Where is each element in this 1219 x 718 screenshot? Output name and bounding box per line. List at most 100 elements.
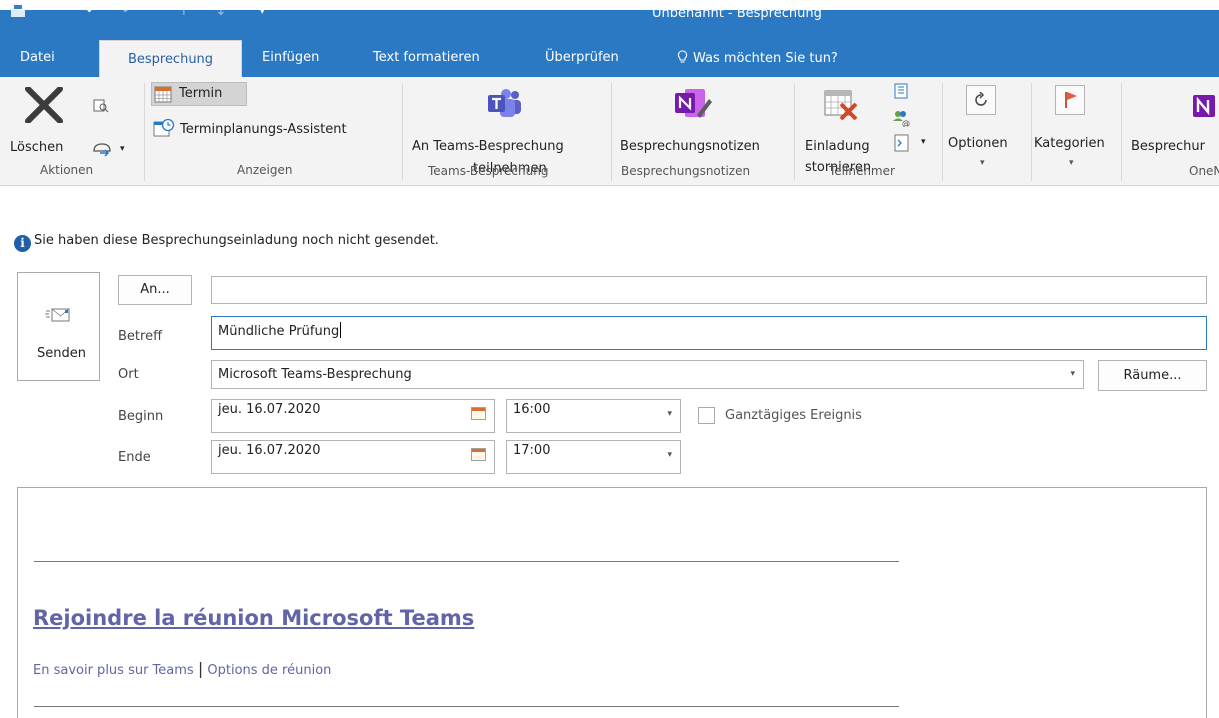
end-time-value: 17:00 — [513, 443, 551, 458]
learn-more-link[interactable]: En savoir plus sur Teams — [33, 663, 194, 678]
message-body[interactable]: Rejoindre la réunion Microsoft Teams En … — [17, 487, 1207, 718]
location-value: Microsoft Teams-Besprechung — [218, 367, 412, 382]
tab-ueberpruefen[interactable]: Überprüfen — [545, 50, 619, 65]
customize-qat-icon[interactable]: ▾ — [260, 7, 265, 17]
group-label-aktionen: Aktionen — [40, 163, 94, 177]
teams-icon[interactable] — [488, 89, 522, 119]
allday-label: Ganztägiges Ereignis — [725, 408, 862, 423]
end-date-field[interactable]: jeu. 16.07.2020 — [211, 440, 495, 474]
end-time-field[interactable]: 17:00 ▾ — [506, 440, 681, 474]
tab-einfuegen[interactable]: Einfügen — [262, 50, 319, 65]
location-label: Ort — [118, 367, 139, 382]
delete-x-icon — [25, 87, 63, 123]
text-cursor — [340, 322, 342, 338]
to-field[interactable] — [211, 276, 1207, 304]
allday-checkbox[interactable] — [698, 407, 715, 424]
onenote-meeting-button[interactable]: Besprechur — [1131, 139, 1205, 154]
send-button[interactable]: Senden — [17, 272, 100, 381]
cancel-invitation-line1[interactable]: Einladung — [805, 139, 870, 154]
calendar-icon — [154, 86, 172, 103]
down-arrow-icon[interactable]: ↓ — [215, 3, 227, 19]
meeting-notes-button[interactable]: Besprechungsnotizen — [620, 139, 760, 154]
subject-field[interactable]: Mündliche Prüfung — [211, 316, 1207, 350]
categories-button[interactable]: Kategorien — [1034, 136, 1105, 151]
flag-icon — [1065, 92, 1077, 108]
location-dropdown-arrow[interactable]: ▾ — [1070, 361, 1075, 388]
categories-icon-box[interactable] — [1055, 85, 1085, 115]
body-divider-top — [34, 561, 899, 562]
ribbon-separator — [942, 83, 943, 181]
tell-me-search[interactable]: Was möchten Sie tun? — [677, 50, 838, 66]
join-teams-link[interactable]: Rejoindre la réunion Microsoft Teams — [33, 606, 474, 630]
tab-datei[interactable]: Datei — [20, 50, 55, 65]
info-icon: i — [14, 235, 31, 252]
start-label: Beginn — [118, 409, 164, 424]
start-date-field[interactable]: jeu. 16.07.2020 — [211, 399, 495, 433]
group-label-teilnehmer: Teilnehmer — [829, 164, 895, 178]
rooms-button[interactable]: Räume... — [1098, 360, 1207, 391]
start-time-dropdown-arrow[interactable]: ▾ — [667, 404, 672, 424]
save-icon[interactable] — [11, 5, 25, 17]
svg-text:@: @ — [902, 119, 910, 127]
options-icon-box[interactable] — [966, 85, 996, 115]
refresh-icon — [975, 92, 987, 106]
end-date-value: jeu. 16.07.2020 — [218, 443, 321, 458]
to-button[interactable]: An... — [118, 275, 192, 305]
subject-value: Mündliche Prüfung — [218, 324, 340, 339]
options-dropdown-arrow[interactable]: ▾ — [980, 158, 985, 168]
send-label: Senden — [37, 346, 86, 361]
scheduling-assistant-icon[interactable] — [153, 118, 175, 138]
onenote-icon[interactable] — [1193, 93, 1219, 119]
up-arrow-icon[interactable]: ↑ — [178, 3, 190, 19]
undo-icon[interactable]: ↶ — [86, 3, 98, 19]
group-label-anzeigen: Anzeigen — [237, 163, 293, 177]
response-options-icon[interactable] — [894, 134, 910, 152]
ribbon-separator — [402, 83, 403, 181]
body-divider-bottom — [34, 706, 899, 707]
link-divider: | — [197, 659, 204, 678]
cancel-invitation-icon[interactable] — [823, 87, 859, 121]
tab-text-formatieren[interactable]: Text formatieren — [373, 50, 480, 65]
ribbon-separator — [611, 83, 612, 181]
meeting-options-link[interactable]: Options de réunion — [207, 663, 331, 678]
start-time-field[interactable]: 16:00 ▾ — [506, 399, 681, 433]
ribbon-separator — [1031, 83, 1032, 181]
end-label: Ende — [118, 450, 151, 465]
termin-label: Termin — [179, 86, 223, 101]
address-book-icon[interactable] — [893, 83, 909, 99]
response-options-dropdown[interactable]: ▾ — [921, 137, 926, 147]
ignore-icon[interactable] — [93, 99, 109, 113]
lightbulb-icon — [677, 50, 688, 63]
tell-me-label: Was möchten Sie tun? — [693, 51, 838, 66]
location-field[interactable]: Microsoft Teams-Besprechung ▾ — [211, 360, 1084, 389]
tab-besprechung[interactable]: Besprechung — [99, 40, 242, 77]
end-time-dropdown-arrow[interactable]: ▾ — [667, 445, 672, 465]
join-teams-button-line1[interactable]: An Teams-Besprechung — [412, 139, 564, 154]
delete-label: Löschen — [10, 140, 64, 155]
forward-icon[interactable] — [91, 141, 113, 157]
title-bar: ↶ ↷ ↑ ↓ ▾ Unbenannt - Besprechung — [0, 3, 1219, 37]
onenote-notes-icon[interactable] — [675, 87, 713, 121]
send-envelope-icon — [45, 308, 70, 322]
ribbon-tab-bar: Datei Besprechung Einfügen Text formatie… — [0, 37, 1219, 77]
window-title: Unbenannt - Besprechung — [652, 6, 822, 21]
ribbon-separator — [794, 83, 795, 181]
ribbon: Löschen ▾ Aktionen Termin Terminplanungs… — [0, 77, 1219, 186]
ribbon-separator — [144, 83, 145, 181]
scheduling-assistant-button[interactable]: Terminplanungs-Assistent — [180, 122, 347, 137]
check-names-icon[interactable]: @ — [892, 109, 910, 127]
info-text: Sie haben diese Besprechungseinladung no… — [34, 233, 439, 248]
body-links: En savoir plus sur Teams | Options de ré… — [33, 659, 331, 678]
end-date-calendar-icon[interactable] — [471, 448, 486, 461]
start-date-calendar-icon[interactable] — [471, 407, 486, 420]
subject-label: Betreff — [118, 329, 163, 344]
redo-icon[interactable]: ↷ — [117, 3, 129, 19]
options-button[interactable]: Optionen — [948, 136, 1008, 151]
forward-dropdown-arrow[interactable]: ▾ — [120, 144, 125, 154]
start-date-value: jeu. 16.07.2020 — [218, 402, 321, 417]
info-bar: i Sie haben diese Besprechungseinladung n… — [14, 233, 439, 252]
group-label-onenote: OneN — [1189, 164, 1219, 178]
categories-dropdown-arrow[interactable]: ▾ — [1069, 158, 1074, 168]
group-label-notizen: Besprechungsnotizen — [621, 164, 751, 178]
delete-button[interactable]: Löschen — [10, 81, 70, 161]
